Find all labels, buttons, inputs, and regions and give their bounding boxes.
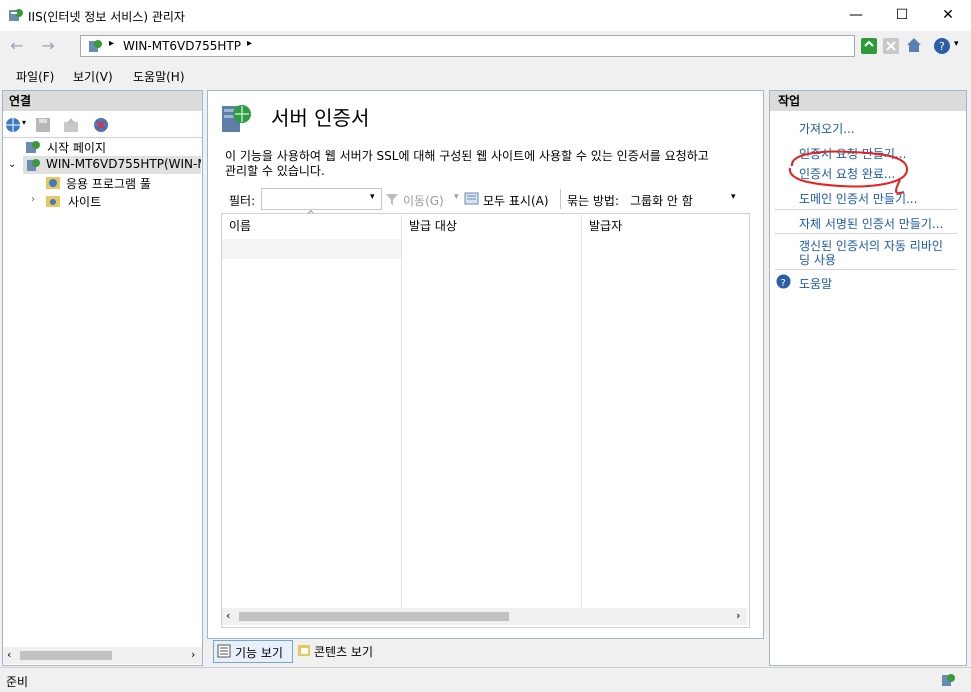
forward-button[interactable]: → [37, 35, 59, 57]
connections-title: 연결 [3, 91, 202, 111]
scroll-right-icon[interactable]: › [191, 648, 195, 661]
list-scroll-right-icon[interactable]: › [736, 609, 740, 622]
go-dropdown-icon[interactable]: ▾ [454, 192, 459, 202]
svg-text:?: ? [781, 278, 786, 289]
sites-folder-icon [46, 196, 60, 207]
column-separator [401, 215, 402, 608]
features-view-icon [217, 644, 231, 658]
go-funnel-icon [386, 194, 398, 205]
action-self-signed[interactable]: 자체 서명된 인증서 만들기... [799, 215, 943, 232]
refresh-icon[interactable] [860, 37, 878, 55]
scroll-left-icon[interactable]: ‹ [7, 648, 11, 661]
tree-item-start-page[interactable]: 시작 페이지 [47, 139, 106, 156]
menu-file[interactable]: 파일(F) [16, 68, 54, 85]
back-button[interactable]: ← [6, 35, 28, 57]
status-bar: 준비 [0, 667, 971, 692]
expand-sites-icon[interactable]: › [31, 194, 35, 205]
list-scroll-left-icon[interactable]: ‹ [226, 609, 230, 622]
address-separator: ▸ [109, 38, 115, 49]
action-auto-rebind-line2[interactable]: 딩 사용 [799, 251, 836, 268]
certificate-list[interactable] [221, 213, 750, 628]
close-button[interactable]: ✕ [925, 0, 971, 31]
minimize-button[interactable]: — [833, 0, 879, 31]
status-server-icon [942, 674, 955, 686]
content-view-label: 콘텐츠 보기 [314, 645, 374, 659]
svg-text:?: ? [939, 40, 945, 53]
server-node-icon [27, 159, 40, 171]
menu-bar: 파일(F) 보기(V) 도움말(H) [0, 61, 971, 89]
connect-dropdown-icon[interactable]: ▾ [22, 118, 26, 127]
feature-title: 서버 인증서 [271, 106, 370, 130]
annotation-circle [788, 150, 909, 194]
group-by-select[interactable]: 그룹화 안 함 ▾ [626, 188, 743, 208]
filter-dropdown-icon[interactable]: ▾ [370, 192, 375, 202]
save-icon[interactable] [35, 117, 51, 133]
help-action-icon: ? [776, 274, 791, 289]
title-bar: IIS(인터넷 정보 서비스) 관리자 — ☐ ✕ [0, 0, 971, 31]
column-separator [581, 215, 582, 608]
home-icon[interactable] [905, 36, 923, 54]
server-certificates-icon [222, 105, 251, 132]
menu-view[interactable]: 보기(V) [73, 68, 113, 85]
group-dropdown-icon[interactable]: ▾ [731, 192, 736, 202]
tab-content-view[interactable]: 콘텐츠 보기 [295, 640, 387, 661]
expand-server-icon[interactable]: ⌄ [8, 159, 16, 170]
back-arrow-icon: ← [10, 36, 24, 55]
table-row[interactable] [222, 239, 401, 259]
list-hscrollbar[interactable]: ‹ › [222, 608, 747, 625]
column-header-issued-by[interactable]: 발급자 [589, 215, 622, 237]
menu-help[interactable]: 도움말(H) [133, 68, 185, 85]
status-text: 준비 [6, 675, 29, 689]
iis-app-icon [9, 9, 23, 21]
scroll-thumb[interactable] [20, 651, 112, 660]
connections-panel: 연결 ▾ 시작 페이지 ⌄ WIN-MT6VD755HTP(WIN-M 응용 프… [2, 90, 203, 666]
help-icon[interactable]: ? [933, 37, 951, 55]
tree-item-sites[interactable]: 사이트 [68, 193, 101, 210]
address-path[interactable]: WIN-MT6VD755HTP [123, 39, 241, 53]
address-chevron-icon[interactable]: ▸ [247, 38, 252, 49]
group-by-label: 묶는 방법: [567, 194, 620, 208]
maximize-button[interactable]: ☐ [879, 0, 925, 31]
sort-ascending-icon: ^ [307, 210, 315, 220]
forward-arrow-icon: → [41, 36, 55, 55]
toolbar-divider [560, 189, 561, 209]
group-by-value: 그룹화 안 함 [630, 194, 693, 208]
stop-icon[interactable] [882, 37, 900, 55]
filter-label: 필터: [229, 194, 256, 208]
column-header-issued-to[interactable]: 발급 대상 [409, 215, 457, 237]
show-all-button[interactable]: 모두 표시(A) [483, 192, 549, 209]
actions-title: 작업 [770, 91, 966, 111]
list-scroll-thumb[interactable] [239, 612, 509, 621]
actions-separator [775, 233, 957, 234]
help-dropdown-icon[interactable]: ▾ [954, 39, 959, 49]
app-pool-icon [46, 177, 60, 189]
window-title: IIS(인터넷 정보 서비스) 관리자 [28, 10, 185, 24]
tree-item-server[interactable]: WIN-MT6VD755HTP(WIN-M [46, 157, 201, 171]
up-icon[interactable] [63, 117, 79, 133]
column-header-name[interactable]: 이름 [229, 215, 251, 237]
globe-connect-icon[interactable] [5, 117, 21, 133]
go-button[interactable]: 이동(G) [403, 192, 444, 209]
action-import[interactable]: 가져오기... [799, 120, 855, 137]
start-page-icon [26, 141, 40, 153]
filter-input[interactable]: ▾ [261, 188, 382, 210]
action-help[interactable]: 도움말 [799, 275, 832, 292]
actions-separator [775, 269, 957, 270]
actions-separator [775, 209, 957, 210]
features-view-label: 기능 보기 [235, 646, 283, 660]
address-bar: ← → ▸ WIN-MT6VD755HTP ▸ ? ▾ [0, 31, 971, 61]
filter-toolbar: 필터: ▾ 이동(G) ▾ 모두 표시(A) 묶는 방법: 그룹화 안 함 ▾ [221, 186, 748, 212]
show-all-icon [464, 192, 479, 205]
connections-toolbar: ▾ [3, 113, 202, 138]
address-field[interactable]: ▸ WIN-MT6VD755HTP ▸ [80, 35, 855, 57]
tree-item-app-pools[interactable]: 응용 프로그램 풀 [66, 175, 151, 192]
content-view-icon [298, 645, 310, 656]
delete-connection-icon[interactable] [93, 117, 109, 133]
tab-features-view[interactable]: 기능 보기 [213, 640, 293, 663]
feature-description-line2: 관리할 수 있습니다. [225, 164, 325, 178]
server-icon [89, 40, 102, 52]
connections-hscrollbar[interactable]: ‹ › [3, 647, 202, 664]
